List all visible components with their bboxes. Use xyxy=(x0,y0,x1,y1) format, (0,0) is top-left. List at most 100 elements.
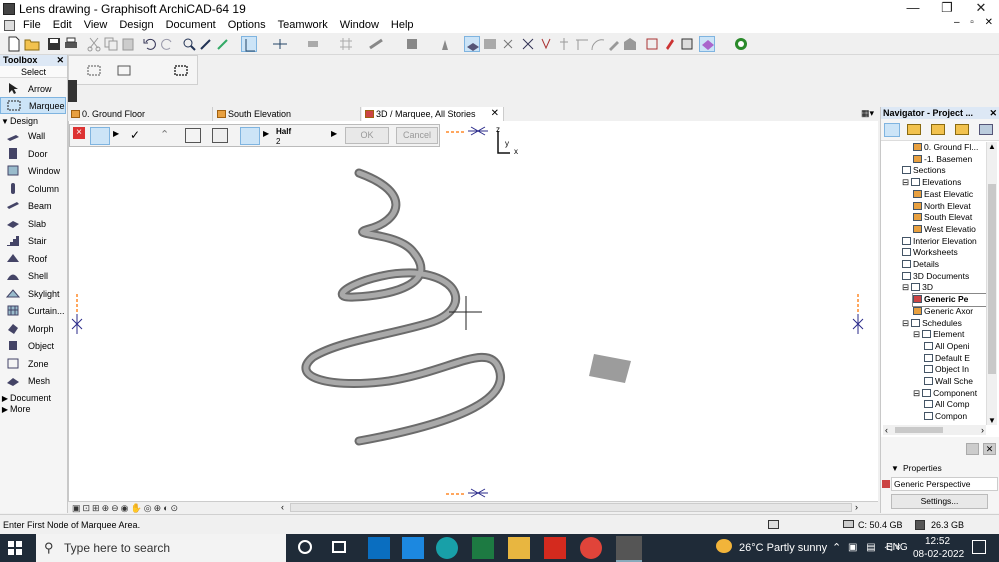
clock-date[interactable]: 08-02-2022 xyxy=(913,549,964,560)
cortana-icon[interactable] xyxy=(298,540,312,554)
menu-design[interactable]: Design xyxy=(113,18,159,32)
zoom-controls[interactable]: ▣⊡⊞⊕⊖◉✋◎⊕◐⊙ xyxy=(72,503,180,514)
settings-button[interactable]: Settings... xyxy=(891,494,988,509)
tool-slab[interactable]: Slab xyxy=(0,215,66,232)
marquee-rotate-icon[interactable] xyxy=(90,127,110,145)
navigator-item[interactable]: North Elevat xyxy=(913,201,995,213)
tool-column[interactable]: Column xyxy=(0,180,66,197)
document-icon[interactable] xyxy=(4,19,15,31)
tab-3d-marquee[interactable]: 3D / Marquee, All Stories ✕ xyxy=(362,107,504,121)
task-view-icon[interactable] xyxy=(332,541,346,553)
organizer-icon[interactable] xyxy=(979,124,993,135)
group-icon[interactable] xyxy=(404,36,420,52)
chrome-browser-icon[interactable] xyxy=(580,537,602,559)
navigator-item[interactable]: All Comp xyxy=(924,399,995,411)
chevron-right-icon[interactable]: ▶ xyxy=(113,129,119,138)
redo-icon[interactable] xyxy=(159,36,175,52)
group-design[interactable]: ▼ Design xyxy=(0,115,66,127)
edge-browser-icon[interactable] xyxy=(436,537,458,559)
save-icon[interactable] xyxy=(46,36,62,52)
cancel-button[interactable]: Cancel xyxy=(396,127,438,144)
pick-up-icon[interactable] xyxy=(198,36,214,52)
3d-model-canvas[interactable] xyxy=(69,121,879,502)
copy-icon[interactable] xyxy=(103,36,119,52)
tool-skylight[interactable]: Skylight xyxy=(0,285,66,302)
info-box-grip[interactable] xyxy=(68,80,77,102)
tab-close-button[interactable]: ✕ xyxy=(491,107,499,121)
inject-icon[interactable] xyxy=(215,36,231,52)
close-button[interactable]: ✕ xyxy=(964,0,998,17)
fill-icon[interactable] xyxy=(437,36,453,52)
notification-icon[interactable] xyxy=(972,540,986,554)
windows-start-icon[interactable] xyxy=(8,541,22,555)
selection-method-icon[interactable] xyxy=(241,36,257,52)
navigator-item[interactable]: Object In xyxy=(924,364,995,376)
tool-arrow[interactable]: Arrow xyxy=(0,80,66,97)
group-more[interactable]: ▶ More xyxy=(0,403,66,415)
properties-value-field[interactable]: Generic Perspective xyxy=(891,477,998,491)
guide-lines-icon[interactable] xyxy=(272,36,288,52)
store-app-icon[interactable] xyxy=(402,537,424,559)
horizontal-scrollbar[interactable] xyxy=(290,503,852,512)
menu-help[interactable]: Help xyxy=(385,18,420,32)
tree-expander-icon[interactable]: ⊟ xyxy=(913,388,920,398)
marquee-close-button[interactable]: × xyxy=(73,127,85,139)
pen-icon[interactable] xyxy=(606,36,622,52)
building-icon[interactable] xyxy=(622,36,638,52)
tab-list-icon[interactable]: ▦▾ xyxy=(861,108,874,119)
scroll-right-icon[interactable]: › xyxy=(855,502,858,512)
tree-expander-icon[interactable]: ⊟ xyxy=(902,282,909,292)
tab-ground-floor[interactable]: 0. Ground Floor xyxy=(68,107,213,121)
show-hidden-icons[interactable]: ⌃ xyxy=(832,534,841,562)
navigator-item[interactable]: Generic Axor xyxy=(913,306,995,318)
tool-mesh[interactable]: Mesh xyxy=(0,372,66,389)
model-view-icon[interactable] xyxy=(482,36,498,52)
project-map-icon[interactable] xyxy=(884,123,900,137)
navigator-item[interactable]: Worksheets xyxy=(902,247,995,259)
navigator-item[interactable]: All Openi xyxy=(924,341,995,353)
navigator-item[interactable]: Interior Elevation xyxy=(902,236,995,248)
taskbar-search-box[interactable]: ⚲ Type here to search xyxy=(36,534,286,562)
tool-curtain-wall[interactable]: Curtain... xyxy=(0,302,66,319)
navigator-item[interactable]: East Elevatic xyxy=(913,189,995,201)
properties-collapse-icon[interactable]: ▼ xyxy=(891,464,899,473)
panel-option-icon[interactable] xyxy=(966,443,979,455)
menu-document[interactable]: Document xyxy=(160,18,222,32)
tree-expander-icon[interactable]: ⊟ xyxy=(902,318,909,328)
render-icon[interactable] xyxy=(699,36,715,52)
tab-south-elevation[interactable]: South Elevation xyxy=(214,107,361,121)
cut-icon[interactable] xyxy=(86,36,102,52)
view-map-icon[interactable] xyxy=(907,124,921,135)
mail-app-icon[interactable] xyxy=(368,537,390,559)
scroll-left-icon[interactable]: ‹ xyxy=(281,502,284,512)
maximize-button[interactable]: ❐ xyxy=(930,0,964,17)
tool-shell[interactable]: Shell xyxy=(0,267,66,284)
section-marker-icon[interactable] xyxy=(644,36,660,52)
navigator-item[interactable]: ⊟ Component xyxy=(913,388,995,400)
trace-icon[interactable] xyxy=(520,36,536,52)
navigator-item[interactable]: 3D Documents xyxy=(902,271,995,283)
navigator-item[interactable]: Wall Sche xyxy=(924,376,995,388)
chevron-right-icon[interactable]: ▶ xyxy=(331,129,337,138)
dimension-icon[interactable] xyxy=(574,36,590,52)
navigator-vertical-scrollbar[interactable]: ▲ ▼ xyxy=(986,142,997,425)
navigator-item[interactable]: ⊟ 3D xyxy=(902,282,995,294)
elevation-tool-icon[interactable] xyxy=(556,36,572,52)
polygon-icon[interactable] xyxy=(185,128,201,143)
navigator-horizontal-scrollbar[interactable]: ‹ › xyxy=(883,425,986,435)
navigator-item[interactable]: Generic Pe xyxy=(912,293,996,307)
paint-icon[interactable] xyxy=(662,36,678,52)
close-view-icon[interactable] xyxy=(500,36,516,52)
panel-close-icon[interactable]: ✕ xyxy=(983,443,996,455)
3d-viewport[interactable]: z y x xyxy=(68,121,878,502)
teamwork-status-icon[interactable] xyxy=(733,36,749,52)
magnifier-icon[interactable] xyxy=(212,128,228,143)
menu-window[interactable]: Window xyxy=(334,18,385,32)
tool-zone[interactable]: Zone xyxy=(0,355,66,372)
navigator-item[interactable]: Sections xyxy=(902,165,995,177)
tool-morph[interactable]: Morph xyxy=(0,320,66,337)
find-select-icon[interactable] xyxy=(181,36,197,52)
weather-text[interactable]: 26°C Partly sunny xyxy=(739,534,827,562)
tool-roof[interactable]: Roof xyxy=(0,250,66,267)
marquee-thick-icon[interactable] xyxy=(174,64,190,78)
